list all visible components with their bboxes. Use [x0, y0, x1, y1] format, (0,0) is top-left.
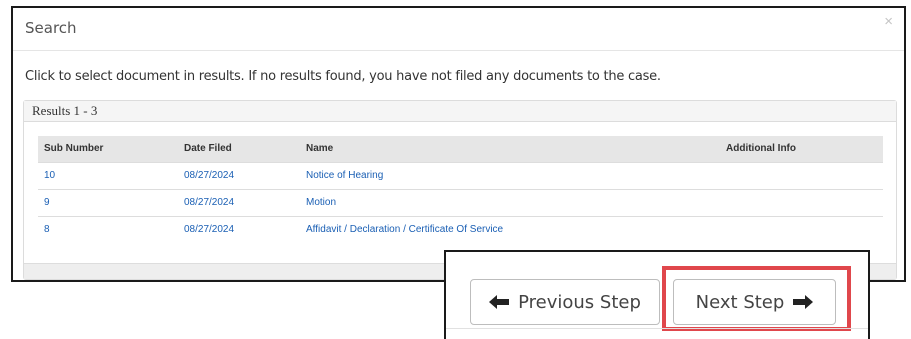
- results-heading: Results 1 - 3: [24, 101, 896, 122]
- document-name-link[interactable]: Affidavit / Declaration / Certificate Of…: [306, 224, 503, 235]
- column-header-sub-number: Sub Number: [38, 136, 178, 162]
- date-filed-link[interactable]: 08/27/2024: [184, 197, 234, 208]
- next-step-label: Next Step: [695, 291, 785, 313]
- column-header-additional-info: Additional Info: [720, 136, 883, 162]
- close-icon[interactable]: ×: [884, 14, 893, 29]
- column-header-name: Name: [300, 136, 720, 162]
- step-navigation-callout: Previous Step Next Step: [444, 250, 870, 339]
- arrow-left-icon: [489, 295, 510, 309]
- sub-number-link[interactable]: 10: [44, 170, 55, 181]
- table-row[interactable]: 10 08/27/2024 Notice of Hearing: [38, 161, 883, 189]
- search-modal: Search × Click to select document in res…: [11, 6, 906, 282]
- callout-divider: [446, 328, 868, 329]
- sub-number-link[interactable]: 8: [44, 224, 50, 235]
- additional-info-cell: [720, 161, 883, 189]
- modal-title: Search: [25, 19, 77, 37]
- table-header-row: Sub Number Date Filed Name Additional In…: [38, 136, 883, 162]
- document-name-link[interactable]: Motion: [306, 197, 336, 208]
- arrow-right-icon: [793, 295, 814, 309]
- document-name-link[interactable]: Notice of Hearing: [306, 170, 383, 181]
- additional-info-cell: [720, 215, 883, 243]
- modal-header: Search ×: [13, 8, 904, 51]
- results-table: Sub Number Date Filed Name Additional In…: [38, 136, 883, 243]
- sub-number-link[interactable]: 9: [44, 197, 50, 208]
- previous-step-button[interactable]: Previous Step: [470, 279, 660, 325]
- instruction-text: Click to select document in results. If …: [25, 69, 661, 84]
- next-step-button[interactable]: Next Step: [673, 279, 836, 325]
- column-header-date-filed: Date Filed: [178, 136, 300, 162]
- additional-info-cell: [720, 188, 883, 216]
- date-filed-link[interactable]: 08/27/2024: [184, 224, 234, 235]
- table-row[interactable]: 9 08/27/2024 Motion: [38, 188, 883, 216]
- previous-step-label: Previous Step: [518, 291, 641, 313]
- date-filed-link[interactable]: 08/27/2024: [184, 170, 234, 181]
- table-row[interactable]: 8 08/27/2024 Affidavit / Declaration / C…: [38, 215, 883, 243]
